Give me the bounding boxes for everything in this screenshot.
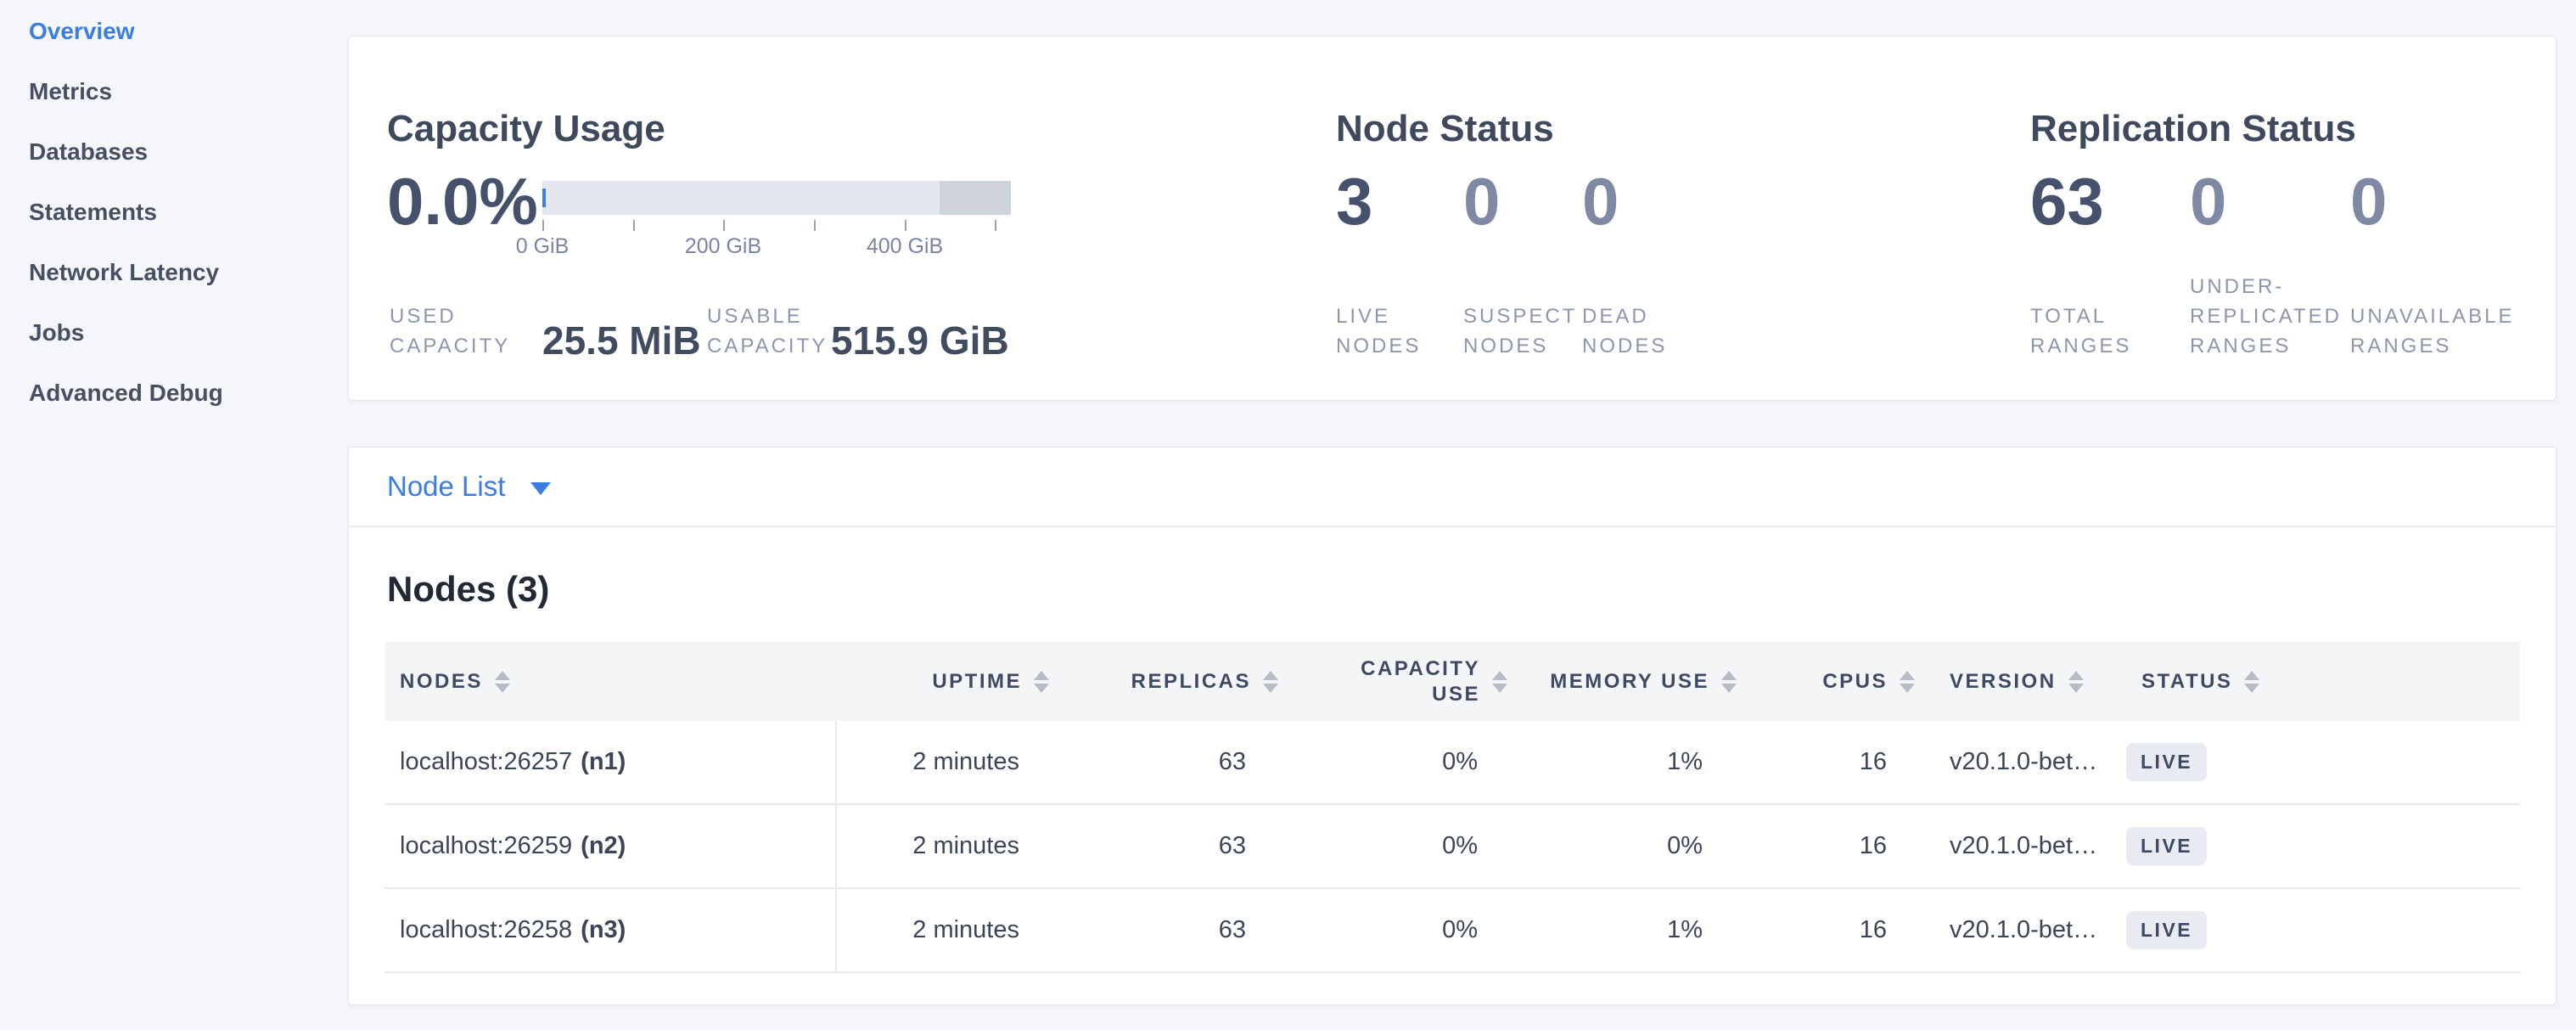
sort-icon	[495, 671, 510, 693]
sidebar-item-databases[interactable]: Databases	[0, 121, 348, 182]
column-header-cpus[interactable]: CPUS	[1737, 670, 1915, 694]
capacity-use-cell: 0%	[1278, 889, 1507, 971]
sidebar-item-metrics[interactable]: Metrics	[0, 61, 348, 121]
replicas-cell: 63	[1049, 721, 1278, 803]
capacity-axis-ticks	[542, 220, 1011, 232]
axis-label-0: 0 GiB	[474, 234, 610, 259]
used-capacity-marker	[542, 189, 546, 207]
memory-use-cell: 1%	[1507, 721, 1737, 803]
sidebar-item-overview[interactable]: Overview	[0, 1, 348, 61]
column-header-replicas[interactable]: REPLICAS	[1049, 670, 1278, 694]
cpus-cell: 16	[1737, 721, 1915, 803]
sidebar: Overview Metrics Databases Statements Ne…	[0, 0, 348, 423]
usable-capacity-label: USABLE CAPACITY	[707, 301, 828, 361]
column-header-status[interactable]: STATUS	[2126, 670, 2520, 694]
node-list-view-bar: Node List	[349, 447, 2556, 527]
dead-nodes-label: DEAD NODES	[1582, 301, 1667, 361]
nodes-count-heading: Nodes (3)	[387, 568, 2556, 611]
used-capacity-value: 25.5 MiB	[542, 318, 701, 363]
total-ranges-label: TOTAL RANGES	[2030, 301, 2131, 361]
main-content: Capacity Usage 0.0% 0 GiB 200 GiB 400 Gi…	[348, 0, 2556, 1030]
sort-icon	[1034, 671, 1049, 693]
sort-icon	[1263, 671, 1278, 693]
column-header-uptime[interactable]: UPTIME	[837, 670, 1049, 694]
column-header-capacity-use[interactable]: CAPACITY USE	[1278, 656, 1507, 707]
uptime-cell: 2 minutes	[837, 805, 1049, 887]
unavailable-ranges-label: UNAVAILABLE RANGES	[2350, 301, 2515, 361]
table-row[interactable]: localhost:26259(n2) 2 minutes 63 0% 0% 1…	[384, 805, 2520, 889]
uptime-cell: 2 minutes	[837, 889, 1049, 971]
node-address[interactable]: localhost:26259(n2)	[384, 805, 837, 887]
axis-label-400: 400 GiB	[837, 234, 973, 259]
under-replicated-ranges-label: UNDER- REPLICATED RANGES	[2190, 272, 2342, 361]
node-address[interactable]: localhost:26258(n3)	[384, 889, 837, 971]
memory-use-cell: 0%	[1507, 805, 1737, 887]
cpus-cell: 16	[1737, 889, 1915, 971]
capacity-usage-title: Capacity Usage	[387, 107, 665, 151]
node-list-dropdown[interactable]: Node List	[387, 470, 551, 503]
cpus-cell: 16	[1737, 805, 1915, 887]
sort-icon	[1721, 671, 1737, 693]
column-header-version[interactable]: VERSION	[1915, 670, 2126, 694]
nodes-table-header: NODES UPTIME REPLICAS CAPACITY USE MEMOR…	[384, 642, 2520, 721]
live-nodes-label: LIVE NODES	[1336, 301, 1421, 361]
status-badge: LIVE	[2126, 911, 2207, 949]
status-cell: LIVE	[2126, 721, 2520, 803]
replicas-cell: 63	[1049, 889, 1278, 971]
nodes-table: NODES UPTIME REPLICAS CAPACITY USE MEMOR…	[384, 642, 2520, 973]
used-capacity-label: USED CAPACITY	[390, 301, 510, 361]
under-replicated-ranges-count: 0	[2190, 162, 2226, 240]
sidebar-item-network-latency[interactable]: Network Latency	[0, 242, 348, 302]
node-status-title: Node Status	[1336, 107, 1554, 151]
axis-label-200: 200 GiB	[655, 234, 791, 259]
usable-capacity-value: 515.9 GiB	[831, 318, 1009, 363]
replicas-cell: 63	[1049, 805, 1278, 887]
unavailable-ranges-count: 0	[2350, 162, 2387, 240]
status-cell: LIVE	[2126, 805, 2520, 887]
sort-icon	[2244, 671, 2259, 693]
status-badge: LIVE	[2126, 827, 2207, 865]
capacity-usage-bar	[542, 181, 1011, 215]
sidebar-item-statements[interactable]: Statements	[0, 182, 348, 242]
sort-icon	[1900, 671, 1915, 693]
version-cell: v20.1.0-bet…	[1915, 805, 2126, 887]
sidebar-item-advanced-debug[interactable]: Advanced Debug	[0, 363, 348, 423]
capacity-used-percent: 0.0%	[387, 162, 538, 240]
memory-use-cell: 1%	[1507, 889, 1737, 971]
sort-icon	[1492, 671, 1507, 693]
column-header-nodes[interactable]: NODES	[384, 670, 837, 694]
table-row[interactable]: localhost:26258(n3) 2 minutes 63 0% 1% 1…	[384, 889, 2520, 973]
sidebar-item-jobs[interactable]: Jobs	[0, 302, 348, 363]
status-cell: LIVE	[2126, 889, 2520, 971]
version-cell: v20.1.0-bet…	[1915, 889, 2126, 971]
node-list-card: Node List Nodes (3) NODES UPTIME REPLICA…	[348, 447, 2556, 1005]
column-header-memory-use[interactable]: MEMORY USE	[1507, 670, 1737, 694]
capacity-bar-reserved-segment	[940, 181, 1011, 215]
capacity-use-cell: 0%	[1278, 721, 1507, 803]
uptime-cell: 2 minutes	[837, 721, 1049, 803]
caret-down-icon	[530, 482, 551, 495]
suspect-nodes-count: 0	[1463, 162, 1500, 240]
node-list-dropdown-label: Node List	[387, 470, 505, 503]
cluster-summary-card: Capacity Usage 0.0% 0 GiB 200 GiB 400 Gi…	[348, 36, 2556, 401]
suspect-nodes-label: SUSPECT NODES	[1463, 301, 1577, 361]
live-nodes-count: 3	[1336, 162, 1372, 240]
dead-nodes-count: 0	[1582, 162, 1619, 240]
status-badge: LIVE	[2126, 743, 2207, 781]
replication-status-title: Replication Status	[2030, 107, 2356, 151]
version-cell: v20.1.0-bet…	[1915, 721, 2126, 803]
total-ranges-count: 63	[2030, 162, 2104, 240]
sort-icon	[2068, 671, 2084, 693]
node-address[interactable]: localhost:26257(n1)	[384, 721, 837, 803]
capacity-use-cell: 0%	[1278, 805, 1507, 887]
table-row[interactable]: localhost:26257(n1) 2 minutes 63 0% 1% 1…	[384, 721, 2520, 805]
